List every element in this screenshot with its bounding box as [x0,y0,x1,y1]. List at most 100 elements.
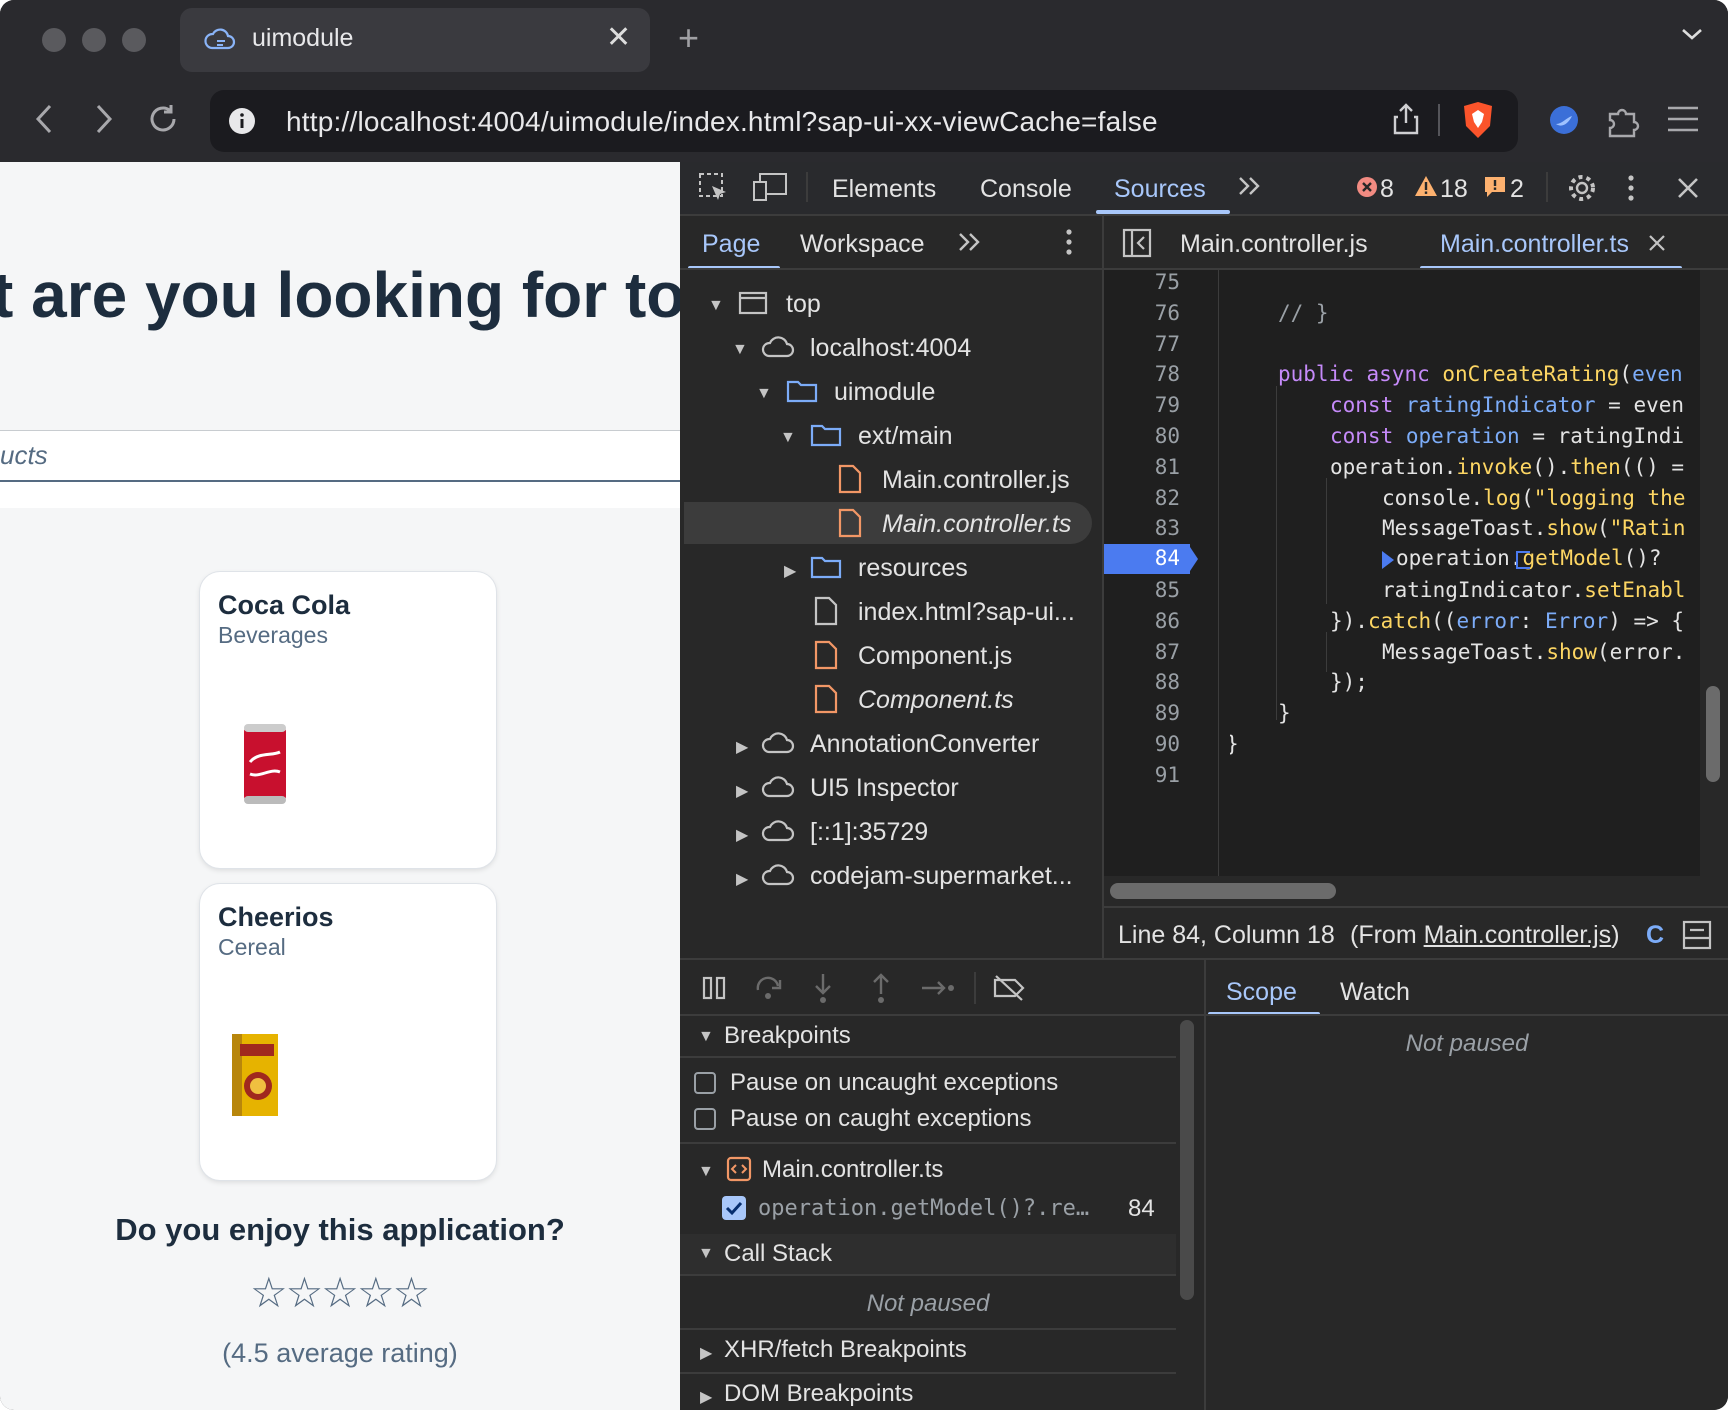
expand-arrow-icon[interactable]: ▼ [698,1028,714,1046]
tree-item-ipv6-host[interactable]: [::1]:35729 [810,818,928,847]
settings-gear-icon[interactable] [1566,172,1598,204]
tree-item-ext-main[interactable]: ext/main [858,422,952,451]
expand-arrow-icon[interactable]: ▼ [780,429,796,447]
reload-icon[interactable] [146,102,180,136]
pause-uncaught-checkbox[interactable] [694,1072,716,1094]
url-text: http://localhost:4004/uimodule/index.htm… [286,106,1158,137]
search-input[interactable] [0,430,680,482]
tab-sources[interactable]: Sources [1114,175,1206,204]
tree-item-component-ts[interactable]: Component.ts [858,686,1014,715]
collapse-arrow-icon[interactable]: ▶ [736,825,748,845]
code-token: error [1456,609,1520,633]
site-info-icon[interactable] [228,107,256,135]
close-devtools-icon[interactable] [1676,176,1700,200]
collapse-arrow-icon[interactable]: ▶ [700,1343,712,1363]
tree-item-ui5-inspector[interactable]: UI5 Inspector [810,774,959,803]
tree-item-top[interactable]: top [786,290,821,319]
dom-breakpoints-header[interactable]: DOM Breakpoints [724,1380,913,1408]
browser-tab[interactable] [180,8,650,72]
tab-scope[interactable]: Scope [1226,978,1297,1007]
breakpoint-file-name[interactable]: Main.controller.ts [762,1156,943,1184]
inline-breakpoint-icon[interactable] [1382,551,1394,569]
tab-page[interactable]: Page [702,230,760,259]
collapse-arrow-icon[interactable]: ▶ [736,737,748,757]
vertical-scrollbar-thumb[interactable] [1706,686,1720,782]
xhr-breakpoints-header[interactable]: XHR/fetch Breakpoints [724,1336,967,1364]
expand-arrow-icon[interactable]: ▼ [708,297,724,315]
close-window-button[interactable] [42,28,66,52]
extension-icon[interactable] [1546,102,1582,138]
navigator-menu-icon[interactable] [1064,228,1074,256]
step-into-icon[interactable] [812,972,834,1004]
issues-count[interactable]: 2 [1510,175,1524,204]
expand-arrow-icon[interactable]: ▼ [698,1245,714,1263]
share-icon[interactable] [1392,102,1420,136]
tab-workspace[interactable]: Workspace [800,230,925,259]
collapse-arrow-icon[interactable]: ▶ [784,561,796,581]
tree-item-codejam-supermarket[interactable]: codejam-supermarket... [810,862,1073,891]
warning-icon[interactable] [1414,175,1438,197]
forward-icon[interactable] [90,102,116,136]
collapse-arrow-icon[interactable]: ▶ [736,869,748,889]
menu-hamburger-icon[interactable] [1666,104,1700,134]
error-count[interactable]: 8 [1380,175,1394,204]
tree-item-annotationconverter[interactable]: AnnotationConverter [810,730,1039,759]
more-nav-tabs-icon[interactable] [956,230,984,254]
editor-tab-main-controller-ts[interactable]: Main.controller.ts [1440,230,1629,259]
deactivate-breakpoints-icon[interactable] [992,974,1026,1002]
step-icon[interactable] [920,976,956,1000]
line-number: 76 [1154,301,1180,325]
device-toolbar-icon[interactable] [752,172,788,202]
warning-count[interactable]: 18 [1440,175,1468,204]
pause-caught-checkbox[interactable] [694,1108,716,1130]
tree-item-component-js[interactable]: Component.js [858,642,1012,671]
tree-item-main-controller-js[interactable]: Main.controller.js [882,466,1070,495]
tab-list-chevron-icon[interactable] [1680,26,1704,42]
minimize-window-button[interactable] [82,28,106,52]
more-tabs-chevron-icon[interactable] [1236,174,1264,198]
breakpoint-marker-arrow [1188,544,1198,574]
inspect-element-icon[interactable] [698,172,730,204]
error-icon[interactable] [1356,176,1378,198]
tree-item-resources[interactable]: resources [858,554,968,583]
tab-console[interactable]: Console [980,175,1072,204]
breakpoints-header[interactable]: Breakpoints [724,1022,851,1050]
tree-item-main-controller-ts[interactable]: Main.controller.ts [882,510,1071,539]
issues-icon[interactable] [1484,176,1506,198]
new-tab-button[interactable]: + [678,20,699,56]
collapse-arrow-icon[interactable]: ▶ [736,781,748,801]
collapse-arrow-icon[interactable]: ▶ [700,1387,712,1407]
inline-breakpoint-icon[interactable] [1516,551,1530,569]
tab-watch[interactable]: Watch [1340,978,1410,1007]
sidebar-scrollbar-thumb[interactable] [1180,1020,1194,1300]
toggle-navigator-icon[interactable] [1122,228,1152,258]
breakpoint-code-snippet[interactable]: operation.getModel()?.re… [758,1196,1089,1221]
expand-arrow-icon[interactable]: ▼ [732,341,748,359]
tree-item-uimodule[interactable]: uimodule [834,378,935,407]
rating-indicator[interactable]: ☆☆☆☆☆ [250,1268,430,1317]
close-editor-tab-icon[interactable] [1648,234,1666,252]
tab-close-icon[interactable]: ✕ [606,20,631,55]
zoom-window-button[interactable] [122,28,146,52]
tree-item-localhost[interactable]: localhost:4004 [810,334,971,363]
breakpoint-enabled-checkbox[interactable] [722,1196,746,1220]
source-map-link[interactable]: Main.controller.js [1424,921,1612,949]
more-options-icon[interactable] [1626,174,1636,202]
code-token: ratingIndicator [1405,393,1596,417]
tree-item-index-html[interactable]: index.html?sap-ui... [858,598,1075,627]
extensions-puzzle-icon[interactable] [1604,102,1640,138]
step-over-icon[interactable] [754,974,784,1002]
pause-resume-icon[interactable] [700,974,728,1002]
horizontal-scrollbar-thumb[interactable] [1110,883,1336,899]
back-icon[interactable] [32,102,58,136]
brave-shields-icon[interactable] [1460,100,1496,140]
step-out-icon[interactable] [870,972,892,1004]
call-stack-header[interactable]: Call Stack [724,1240,832,1268]
coverage-button[interactable]: C [1646,921,1664,950]
expand-arrow-icon[interactable]: ▼ [756,385,772,403]
toggle-drawer-icon[interactable] [1682,920,1712,950]
cloud-icon [760,818,796,844]
expand-arrow-icon[interactable]: ▼ [698,1163,714,1181]
editor-tab-main-controller-js[interactable]: Main.controller.js [1180,230,1368,259]
tab-elements[interactable]: Elements [832,175,936,204]
